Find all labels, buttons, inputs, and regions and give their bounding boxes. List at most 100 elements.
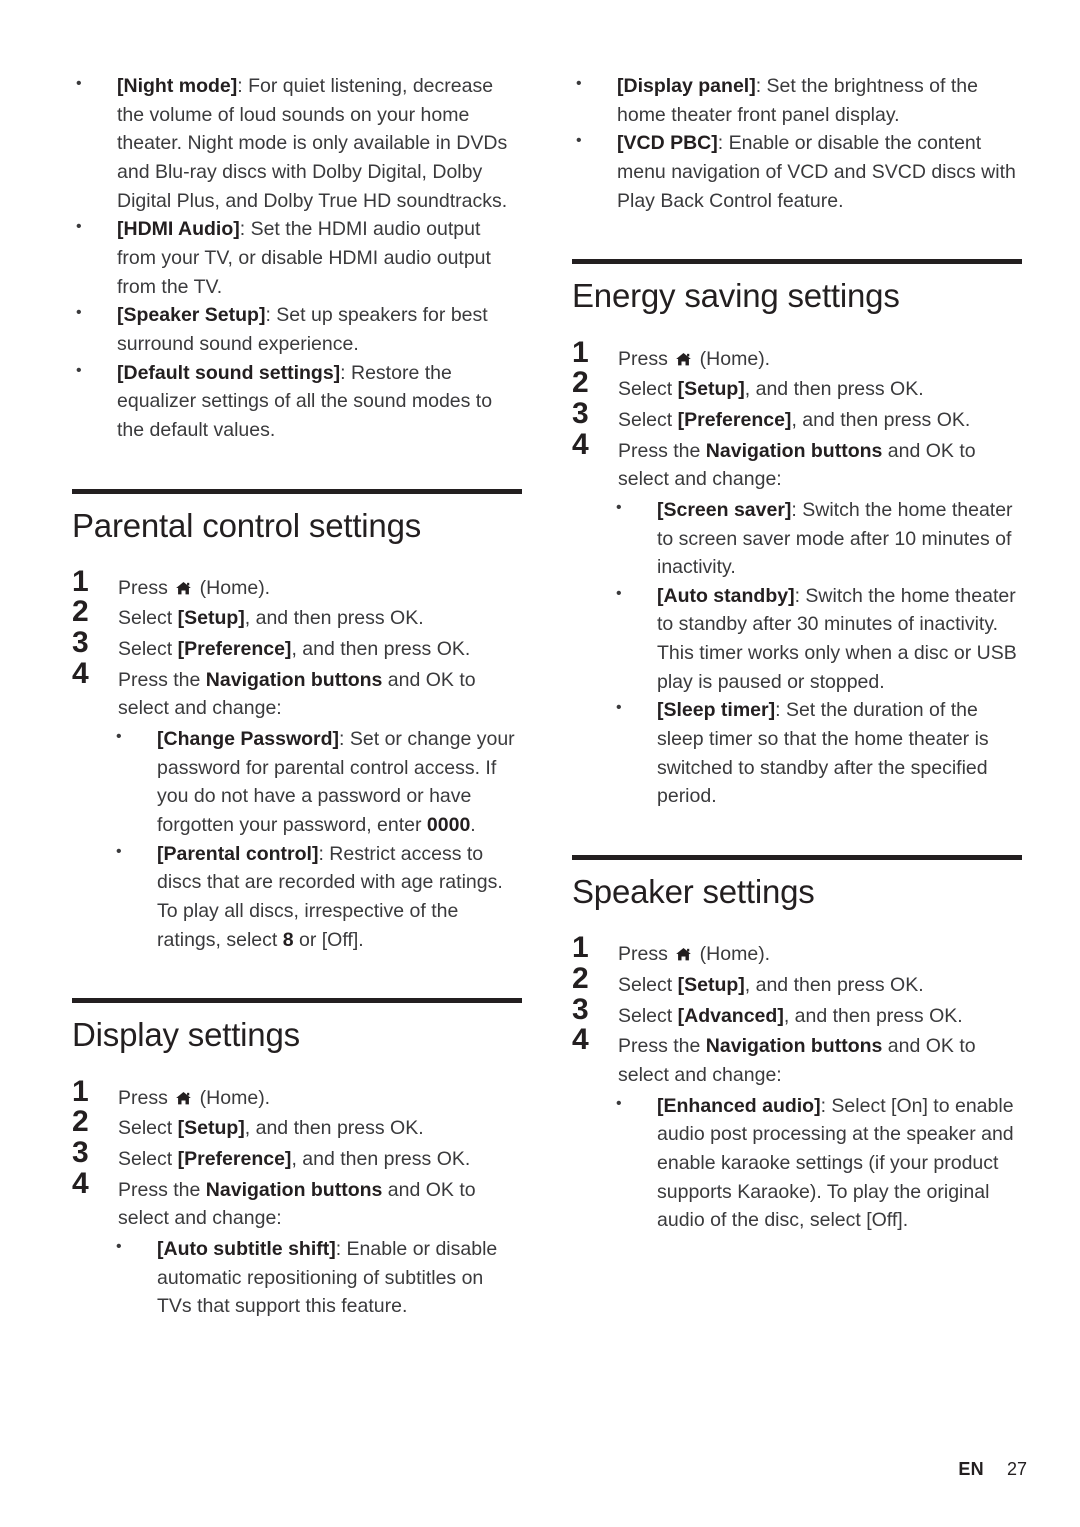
step-text-pre: Press xyxy=(118,1086,174,1109)
bullet-item: [Speaker Setup]: Set up speakers for bes… xyxy=(72,301,522,358)
bullet-term: [Change Password] xyxy=(157,728,340,751)
step-text-pre: Select xyxy=(118,638,178,661)
bullet-term: [HDMI Audio] xyxy=(117,218,240,241)
bullet-item: [Night mode]: For quiet listening, decre… xyxy=(72,72,522,215)
step-text-post: , and then press OK. xyxy=(244,1117,424,1140)
step-text-pre: Press the xyxy=(618,439,706,462)
step-text-bold: [Preference] xyxy=(177,1147,292,1170)
home-icon xyxy=(175,581,192,596)
step-list: 1 Press (Home). 2 Select [Setup], and then … xyxy=(572,337,1022,494)
step-text-post: , and then press OK. xyxy=(791,408,971,431)
right-column: [Display panel]: Set the brightness of t… xyxy=(572,72,1022,1235)
step-number: 3 xyxy=(572,992,589,1026)
step-text-bold: Navigation buttons xyxy=(705,439,883,462)
home-icon xyxy=(175,1091,192,1106)
bullet-term: [Auto subtitle shift] xyxy=(157,1237,336,1260)
section-rule xyxy=(572,259,1022,265)
bullet-term: [Auto standby] xyxy=(657,584,795,607)
bullet-list: [Screen saver]: Switch the home theater … xyxy=(572,496,1022,811)
bullet-item: [Sleep timer]: Set the duration of the s… xyxy=(612,696,1022,811)
bullet-item: [Default sound settings]: Restore the eq… xyxy=(72,359,522,445)
step-text-pre: Select xyxy=(618,974,678,997)
step-item: 3 Select [Advanced], and then press OK. xyxy=(572,994,1022,1031)
step-number: 3 xyxy=(72,626,89,660)
step-text-post: , and then press OK. xyxy=(244,607,424,630)
step-list: 1 Press (Home). 2 Select [Setup], and then … xyxy=(572,933,1022,1089)
step-item: 2 Select [Setup], and then press OK. xyxy=(572,368,1022,404)
step-text-pre: Select xyxy=(618,408,678,431)
step-text: Press the Navigation buttons and OK to s… xyxy=(118,1176,522,1233)
section-heading: Parental control settings xyxy=(72,506,422,544)
step-number: 2 xyxy=(572,962,589,996)
bullet-item: [VCD PBC]: Enable or disable the content… xyxy=(572,129,1022,215)
step-item: 4 Press the Navigation buttons and OK to … xyxy=(72,1168,522,1233)
bullet-term: [Enhanced audio] xyxy=(657,1094,821,1117)
step-text-pre: Press the xyxy=(118,668,206,691)
step-text-pre: Select xyxy=(118,1147,178,1170)
step-number: 1 xyxy=(72,564,89,598)
bullet-item: [Parental control]: Restrict access to d… xyxy=(112,840,522,955)
bullet-list: [Change Password]: Set or change your pa… xyxy=(72,725,522,954)
step-text-post: (Home). xyxy=(194,576,271,599)
step-text-post: (Home). xyxy=(694,943,771,966)
section-rule xyxy=(572,855,1022,861)
step-text-pre: Press the xyxy=(118,1178,206,1201)
step-number: 4 xyxy=(72,656,89,690)
step-text-bold: Navigation buttons xyxy=(705,1035,883,1058)
step-text-bold: [Setup] xyxy=(177,1117,245,1140)
step-text: Select [Preference], and then press OK. xyxy=(618,406,1022,435)
footer-language: EN xyxy=(958,1459,984,1479)
document-page: [Night mode]: For quiet listening, decre… xyxy=(0,0,1080,1527)
section-heading: Speaker settings xyxy=(572,873,815,911)
home-icon xyxy=(675,947,692,962)
bullet-term: [Sleep timer] xyxy=(657,699,776,722)
step-text: Press (Home). xyxy=(118,1084,522,1113)
step-item: 2 Select [Setup], and then press OK. xyxy=(72,1107,522,1143)
step-number: 2 xyxy=(72,595,89,629)
bullet-item: [Change Password]: Set or change your pa… xyxy=(112,725,522,840)
step-item: 3 Select [Preference], and then press OK. xyxy=(572,398,1022,435)
bullet-item: [Auto standby]: Switch the home theater … xyxy=(612,582,1022,697)
step-number: 4 xyxy=(572,1023,589,1057)
bullet-item: [Screen saver]: Switch the home theater … xyxy=(612,496,1022,582)
step-text: Select [Setup], and then press OK. xyxy=(618,971,1022,1000)
step-text-bold: [Setup] xyxy=(177,607,245,630)
bullet-term: [VCD PBC] xyxy=(617,132,718,155)
step-text-pre: Select xyxy=(118,1117,178,1140)
step-text-pre: Press xyxy=(618,943,674,966)
step-text-pre: Select xyxy=(618,378,678,401)
section: Speaker settings 1 Press (Home). 2 Select [S… xyxy=(572,855,1022,1235)
bullet-item: [Display panel]: Set the brightness of t… xyxy=(572,72,1022,129)
bullet-term: [Parental control] xyxy=(157,842,319,865)
footer-page-number: 27 xyxy=(1006,1459,1027,1479)
step-text-post: , and then press OK. xyxy=(783,1004,963,1027)
bullet-tail: or [Off]. xyxy=(293,928,364,951)
step-number: 2 xyxy=(72,1105,89,1139)
bullet-term: [Default sound settings] xyxy=(117,361,341,384)
step-number: 3 xyxy=(72,1135,89,1169)
step-number: 3 xyxy=(572,396,589,430)
step-text: Select [Setup], and then press OK. xyxy=(118,604,522,633)
step-number: 1 xyxy=(572,335,589,369)
home-icon xyxy=(675,352,692,367)
step-number: 1 xyxy=(572,931,589,965)
section: Parental control settings 1 Press (Home). 2… xyxy=(72,488,522,955)
step-text-pre: Press xyxy=(118,576,174,599)
bullet-emphasis: 0000 xyxy=(426,814,471,837)
step-text: Press (Home). xyxy=(618,940,1022,969)
step-item: 1 Press (Home). xyxy=(572,337,1022,374)
bullet-list: [Enhanced audio]: Select [On] to enable … xyxy=(572,1092,1022,1235)
step-text: Press the Navigation buttons and OK to s… xyxy=(618,1032,1022,1089)
step-number: 2 xyxy=(572,366,589,400)
step-number: 4 xyxy=(572,427,589,461)
left-column: [Night mode]: For quiet listening, decre… xyxy=(72,72,522,1321)
section-heading: Display settings xyxy=(72,1016,300,1054)
step-text-post: , and then press OK. xyxy=(291,1147,471,1170)
step-text-post: (Home). xyxy=(694,347,771,370)
step-item: 1 Press (Home). xyxy=(72,1076,522,1113)
section-rule xyxy=(72,998,522,1004)
step-item: 4 Press the Navigation buttons and OK to … xyxy=(72,658,522,723)
step-item: 1 Press (Home). xyxy=(572,933,1022,969)
step-text-bold: [Advanced] xyxy=(677,1004,784,1027)
bullet-list: [Display panel]: Set the brightness of t… xyxy=(572,72,1022,215)
